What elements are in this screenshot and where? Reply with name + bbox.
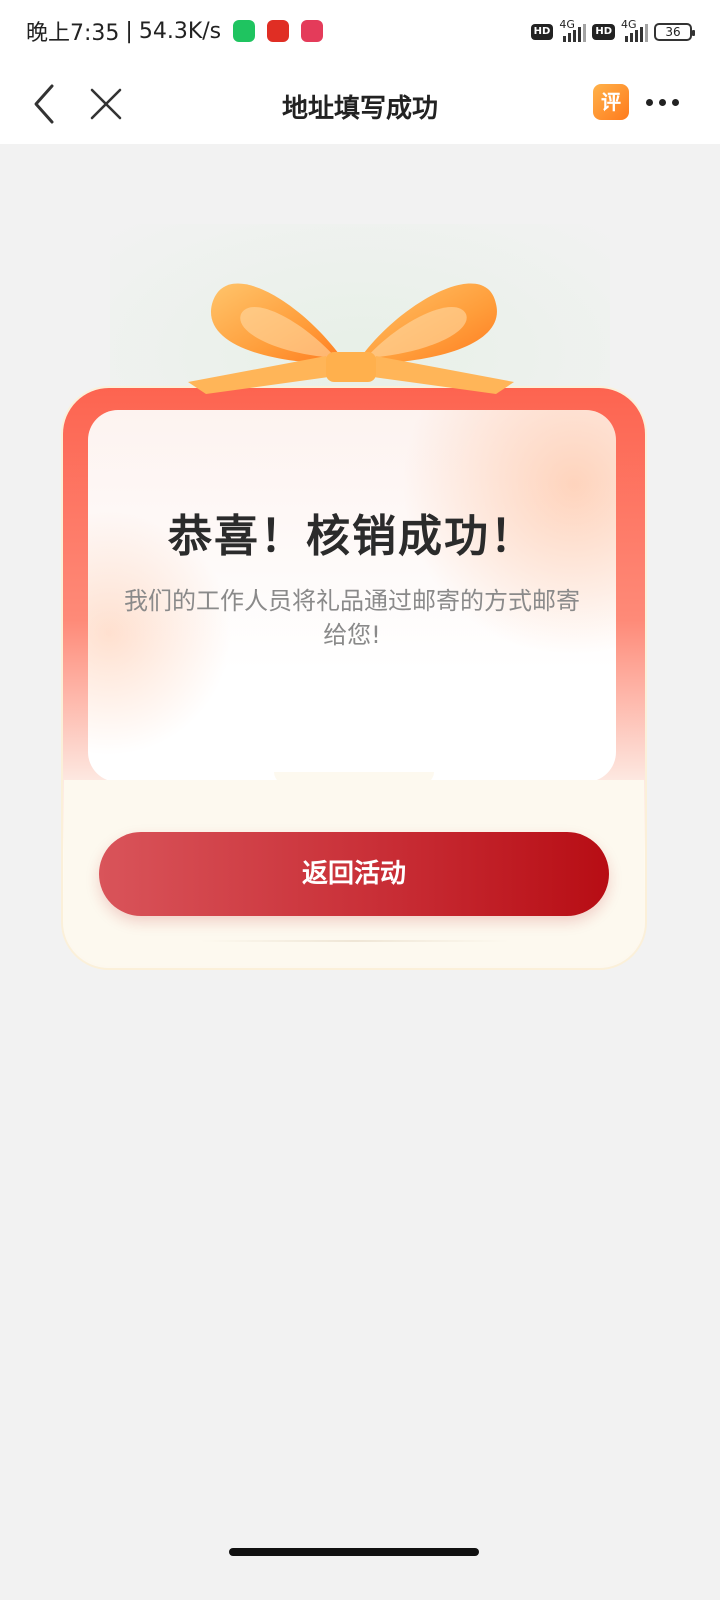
return-activity-button[interactable]: 返回活动: [99, 832, 609, 916]
mall-icon: [301, 20, 324, 42]
status-bar: 晚上7:35 | 54.3K/s HD 4G HD 4G 36: [0, 0, 720, 64]
success-description: 我们的工作人员将礼品通过邮寄的方式邮寄给您!: [124, 587, 580, 649]
success-title: 恭喜！核销成功！: [168, 511, 536, 562]
wechat-icon: [233, 20, 256, 42]
home-indicator[interactable]: [229, 1548, 479, 1556]
pinduoduo-icon: [267, 20, 290, 42]
network-label-2: 4G: [621, 18, 637, 31]
divider: [200, 940, 510, 942]
nav-bar: 地址填写成功 评: [0, 64, 720, 144]
status-time: 晚上7:35: [26, 21, 120, 46]
status-speed: 54.3K/s: [138, 18, 222, 44]
gift-bow-icon: [188, 283, 514, 394]
more-icon[interactable]: [646, 94, 680, 110]
network-label-1: 4G: [559, 18, 575, 31]
status-left: 晚上7:35 | 54.3K/s: [26, 16, 324, 46]
hd-badge-1: HD: [530, 24, 554, 40]
hd-badge-2: HD: [592, 24, 615, 40]
status-separator: |: [125, 18, 133, 44]
signal-icon-1: 4G: [559, 18, 587, 42]
gift-area: 恭喜！核销成功！ 我们的工作人员将礼品通过邮寄的方式邮寄给您! 返回活动: [0, 144, 720, 984]
status-right: HD 4G HD 4G 36: [530, 18, 695, 46]
battery-icon: 36: [654, 23, 695, 41]
battery-level: 36: [665, 25, 681, 39]
signal-icon-2: 4G: [621, 18, 648, 42]
review-icon[interactable]: 评: [593, 84, 629, 120]
